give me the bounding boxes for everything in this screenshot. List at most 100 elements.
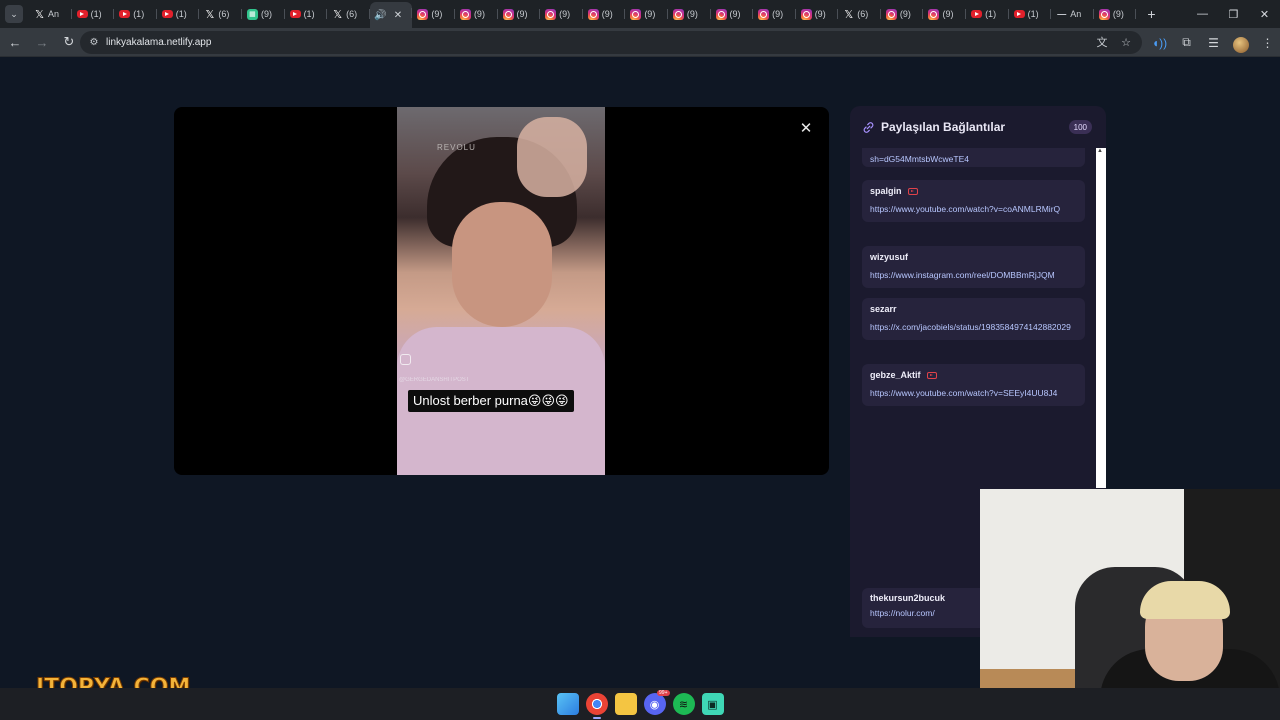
site-info-icon[interactable]: ⚙	[86, 35, 102, 51]
link-url[interactable]: sh=dG54MmtsbWcweTE4	[870, 153, 1077, 166]
video-watermark: @GERGEDANSHITPOST	[399, 377, 470, 383]
scroll-up-arrow-icon[interactable]: ▲	[1097, 148, 1103, 154]
tab-label: (9)	[942, 9, 954, 19]
browser-tab[interactable]: (1)	[157, 3, 200, 25]
link-username: gebze_Aktif	[870, 370, 921, 380]
media-playing-icon[interactable]: ◖))	[1148, 31, 1171, 54]
panel-header: Paylaşılan Bağlantılar 100	[850, 106, 1106, 148]
browser-tab[interactable]: (9)	[668, 3, 711, 25]
browser-tab[interactable]: (9)	[796, 3, 839, 25]
discord-icon[interactable]: ◉ 99+	[643, 690, 670, 715]
link-card[interactable]: sezarr https://x.com/jacobiels/status/198…	[862, 298, 1085, 340]
file-explorer-icon[interactable]	[614, 693, 637, 715]
browser-tab[interactable]: (9)	[540, 3, 583, 25]
browser-tab[interactable]: (1)	[285, 3, 328, 25]
links-list[interactable]: sh=dG54MmtsbWcweTE4 spalgin https://www.y…	[850, 148, 1098, 488]
address-bar[interactable]: ⚙ linkyakalama.netlify.app 文 ☆	[80, 31, 1142, 54]
link-url[interactable]: https://www.youtube.com/watch?v=SEEyI4UU…	[870, 387, 1077, 400]
instagram-icon	[459, 8, 471, 20]
browser-tab[interactable]: (9)	[498, 3, 541, 25]
discord-notification-badge: 99+	[657, 690, 670, 696]
browser-tab[interactable]: 🔊 ✕	[369, 2, 413, 28]
video-frame-face	[452, 202, 552, 327]
minimize-icon[interactable]: —	[1187, 0, 1218, 28]
instagram-icon	[672, 8, 684, 20]
tab-label: (9)	[729, 9, 741, 19]
tab-label: (9)	[260, 9, 272, 19]
browser-tab[interactable]: (9)	[583, 3, 626, 25]
new-tab-button[interactable]: +	[1140, 3, 1162, 25]
profile-avatar[interactable]	[1229, 31, 1252, 54]
link-card[interactable]: wizyusuf https://www.instagram.com/reel/D…	[862, 246, 1085, 288]
browser-tab[interactable]: 𝕏 An	[29, 3, 72, 25]
tab-label: An	[48, 9, 60, 19]
browser-tab[interactable]: (1)	[114, 3, 157, 25]
extensions-puzzle-icon[interactable]: ⧉	[1175, 31, 1198, 54]
panel-scrollbar[interactable]: ▲	[1096, 148, 1106, 488]
browser-tab[interactable]: (9)	[711, 3, 754, 25]
windows-start-icon[interactable]	[556, 693, 579, 715]
restore-icon[interactable]: ❐	[1218, 0, 1249, 28]
link-url[interactable]: https://www.instagram.com/reel/DOMBBmRjJ…	[870, 269, 1077, 282]
link-username: sezarr	[870, 304, 897, 314]
browser-tab[interactable]: (9)	[1094, 3, 1137, 25]
browser-tab[interactable]: (9)	[923, 3, 966, 25]
youtube-icon	[907, 187, 918, 195]
link-url[interactable]: https://x.com/jacobiels/status/198358497…	[870, 321, 1077, 334]
tab-search-button[interactable]: ⌄	[5, 5, 23, 23]
link-card[interactable]: sh=dG54MmtsbWcweTE4	[862, 148, 1085, 167]
link-username: wizyusuf	[870, 252, 909, 262]
url-text[interactable]: linkyakalama.netlify.app	[106, 37, 211, 48]
webcam-person-hair	[1140, 581, 1230, 619]
tab-label: (6)	[346, 9, 358, 19]
browser-toolbar: ← → ↻ ⚙ linkyakalama.netlify.app 文 ☆ ◖))…	[0, 28, 1280, 57]
link-card[interactable]: gebze_Aktif https://www.youtube.com/watch…	[862, 364, 1085, 406]
video-player[interactable]: REVOLU @GERGEDANSHITPOST Unlost berber p…	[397, 107, 605, 475]
bookmark-star-icon[interactable]: ☆	[1118, 34, 1134, 50]
instagram-icon	[630, 8, 642, 20]
browser-tab[interactable]: (1)	[966, 3, 1009, 25]
browser-tab[interactable]: (1)	[1009, 3, 1052, 25]
chrome-icon[interactable]	[585, 693, 608, 719]
browser-tab[interactable]: (9)	[881, 3, 924, 25]
forward-arrow-icon[interactable]: →	[30, 30, 54, 54]
browser-tab[interactable]: — An	[1051, 3, 1094, 25]
video-modal: REVOLU @GERGEDANSHITPOST Unlost berber p…	[174, 107, 829, 475]
browser-tab[interactable]: (9)	[753, 3, 796, 25]
x-icon: 𝕏	[205, 8, 215, 21]
back-arrow-icon[interactable]: ←	[3, 30, 27, 54]
link-url[interactable]: https://www.youtube.com/watch?v=coANMLRM…	[870, 203, 1077, 216]
close-modal-icon[interactable]: ✕	[797, 119, 815, 137]
link-card[interactable]: spalgin https://www.youtube.com/watch?v=c…	[862, 180, 1085, 222]
tab-list: 𝕏 An (1) (1) (1) 𝕏 (6) ▦ (9) (1) 𝕏 (6) 🔊 ✕ (9) (9) (9) (9…	[29, 0, 1137, 28]
browser-tab[interactable]: 𝕏 (6)	[199, 3, 242, 25]
x-icon: 𝕏	[333, 8, 343, 21]
tab-label: (9)	[559, 9, 571, 19]
link-icon	[863, 121, 874, 133]
browser-tab[interactable]: (9)	[455, 3, 498, 25]
link-count-badge: 100	[1068, 120, 1092, 134]
tab-label: (1)	[175, 9, 187, 19]
reading-list-icon[interactable]: ☰	[1202, 31, 1225, 54]
browser-tab[interactable]: (9)	[412, 3, 455, 25]
browser-tab[interactable]: 𝕏 (6)	[838, 3, 881, 25]
tab-label: (9)	[473, 9, 485, 19]
spotify-icon[interactable]: ≋	[672, 693, 695, 715]
menu-dots-icon[interactable]: ⋮	[1256, 31, 1279, 54]
app-store-icon[interactable]: ▣	[701, 693, 724, 715]
translate-icon[interactable]: 文	[1094, 34, 1110, 50]
video-background-text: REVOLU	[437, 143, 476, 152]
youtube-icon	[926, 371, 937, 379]
browser-tab[interactable]: 𝕏 (6)	[327, 3, 370, 25]
grid-icon: ▦	[246, 8, 258, 20]
link-username: spalgin	[870, 186, 902, 196]
tab-label: (6)	[857, 9, 869, 19]
link-username: thekursun2bucuk	[870, 593, 946, 603]
close-window-icon[interactable]: ✕	[1249, 0, 1280, 28]
reload-icon[interactable]: ↻	[57, 30, 81, 54]
browser-tab[interactable]: ▦ (9)	[242, 3, 285, 25]
tab-close-icon[interactable]: ✕	[394, 10, 402, 21]
browser-tab[interactable]: (9)	[625, 3, 668, 25]
browser-tab[interactable]: (1)	[72, 3, 115, 25]
tab-strip: ⌄ 𝕏 An (1) (1) (1) 𝕏 (6) ▦ (9) (1) 𝕏 (6) 🔊 ✕ (9) (9) (9)…	[0, 0, 1280, 28]
